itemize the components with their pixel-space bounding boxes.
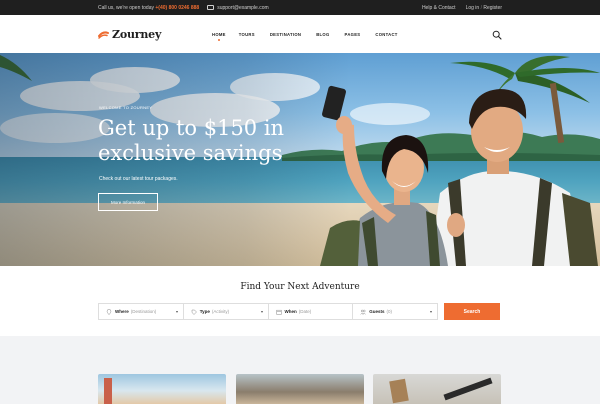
guests-placeholder: (0) [386,309,393,314]
mail-icon [207,5,215,10]
more-information-button[interactable]: More Information [98,193,158,211]
chevron-down-icon [175,311,178,313]
account-links: Help & Contact Log in / Register [422,5,502,11]
nav-contact[interactable]: CONTACT [375,32,397,37]
calendar-icon [275,309,282,315]
hero-subtitle: Check out our latest tour packages. [99,176,178,182]
where-select[interactable]: Where (Destination) [99,304,184,319]
main-nav: HOME TOURS DESTINATION BLOG PAGES CONTAC… [212,32,398,37]
login-link[interactable]: Log in [466,5,480,11]
chevron-down-icon [260,311,263,313]
register-link[interactable]: Register [483,5,502,11]
tag-icon [191,309,197,315]
where-label: Where [115,309,129,314]
guests-label: Guests [369,309,385,314]
site-header: Zourney HOME TOURS DESTINATION BLOG PAGE… [0,15,600,53]
contact-info: Call us, we're open today +(40) 800 0246… [98,5,269,11]
when-label: When [284,309,297,314]
login-separator: / [480,5,482,11]
card-image-detail [104,378,112,404]
help-contact-link[interactable]: Help & Contact [422,5,456,11]
type-label: Type [199,309,210,314]
logo[interactable]: Zourney [98,28,161,41]
open-text: Call us, we're open today [98,5,154,11]
guests-select[interactable]: Guests (0) [353,304,437,319]
email-link[interactable]: support@example.com [217,5,269,11]
find-adventure-section: Find Your Next Adventure Where (Destinat… [0,266,600,336]
nav-blog[interactable]: BLOG [316,32,329,37]
hero-eyebrow: WELCOME TO ZOURNEY [99,105,153,110]
tour-search-form: Where (Destination) Type (Activity) When… [98,303,438,320]
logo-text: Zourney [112,28,162,41]
search-button[interactable]: Search [444,303,500,320]
nav-destination[interactable]: DESTINATION [270,32,301,37]
hero-banner: WELCOME TO ZOURNEY Get up to $150 in exc… [0,53,600,266]
card-image-detail [443,377,493,401]
where-placeholder: (Destination) [130,309,157,314]
users-icon [360,309,367,315]
search-icon[interactable] [492,30,502,40]
tours-preview-section [0,336,600,404]
chevron-down-icon [430,311,432,313]
nav-pages[interactable]: PAGES [345,32,361,37]
type-select[interactable]: Type (Activity) [184,304,269,319]
map-pin-icon [106,308,112,315]
hero-title: Get up to $150 in exclusive savings [98,116,285,165]
when-select[interactable]: When (Date) [269,304,354,319]
hero-couple-selfie-image [320,85,598,266]
find-adventure-title: Find Your Next Adventure [240,282,360,292]
when-placeholder: (Date) [298,309,312,314]
logo-swoosh-icon [98,31,109,39]
phone-link[interactable]: +(40) 800 0246 888 [155,5,199,11]
type-placeholder: (Activity) [211,309,230,314]
nav-home[interactable]: HOME [212,32,226,37]
top-bar: Call us, we're open today +(40) 800 0246… [0,0,600,15]
nav-tours[interactable]: TOURS [239,32,255,37]
